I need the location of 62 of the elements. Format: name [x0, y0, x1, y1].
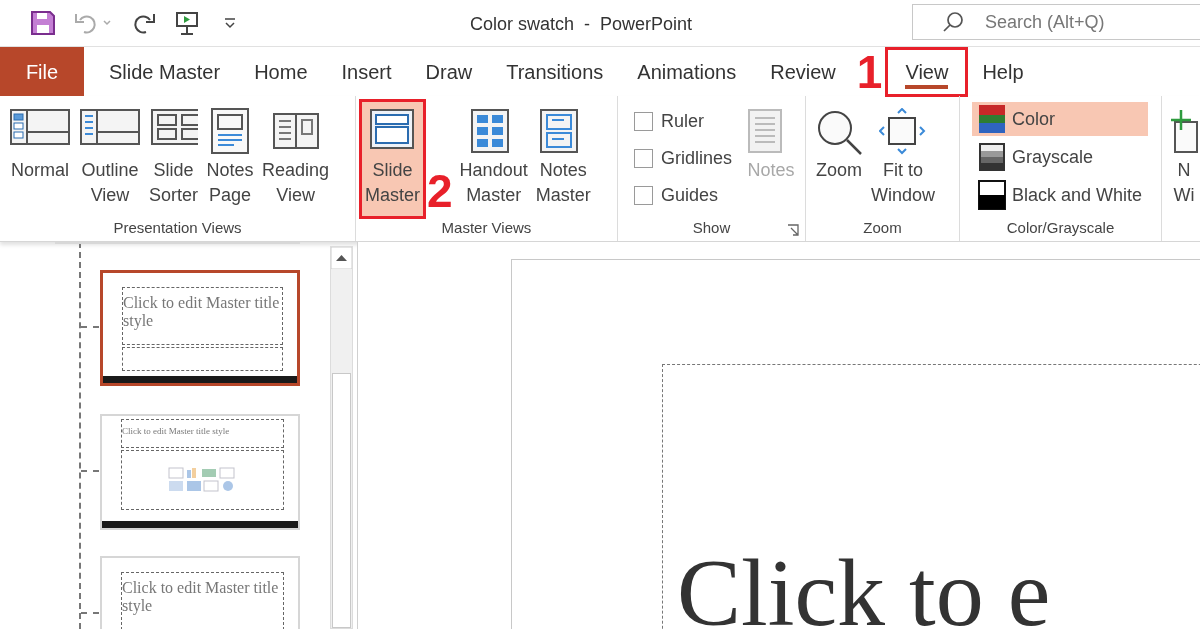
color-mode-option[interactable]: Black and White — [972, 178, 1149, 212]
group-label: Presentation Views — [113, 218, 242, 239]
scrollbar-thumb[interactable] — [332, 373, 351, 628]
group-label: Show — [692, 218, 731, 239]
checkbox-box[interactable] — [634, 112, 653, 131]
step-number: 2 — [427, 168, 453, 214]
ribbon-tab[interactable]: Home — [237, 49, 325, 94]
ribbon-button[interactable]: Notes Page — [203, 102, 258, 216]
ribbon-tab[interactable]: Animations — [620, 49, 754, 94]
checkbox[interactable]: Ruler — [634, 108, 733, 135]
slide-thumbnail[interactable]: Click to edit Master title style — [100, 270, 300, 386]
color-mode-option[interactable]: Color — [972, 102, 1149, 136]
slide-title-text: Click to edit Master title style — [122, 579, 280, 615]
slide-title-text: Click to edit Master title style — [122, 427, 231, 437]
ribbon-button[interactable]: Slide Sorter — [146, 102, 202, 216]
slide-title-text: Click to edit Master title style — [123, 294, 281, 330]
ribbon-button[interactable]: Normal — [6, 102, 74, 216]
ribbon-button[interactable]: Slide Master — [362, 102, 423, 216]
ribbon-tab[interactable]: Transitions — [489, 49, 621, 94]
slide-thumbnail[interactable]: Click to edit Master title style — [100, 556, 300, 629]
new-window-button[interactable]: N Wi — [1166, 102, 1200, 216]
half-filled-square-icon — [978, 180, 1006, 210]
ribbon-button[interactable]: Zoom — [812, 102, 866, 216]
striped-swatch-icon — [978, 104, 1006, 134]
content-icons-drawing — [167, 467, 238, 493]
group-label: Zoom — [863, 218, 902, 239]
magnifier-icon — [815, 108, 863, 156]
dropdown-icon[interactable] — [222, 15, 238, 31]
checkbox-box[interactable] — [634, 149, 653, 168]
ribbon-tab[interactable]: Slide Master — [92, 49, 238, 94]
selected-tab-underline — [905, 84, 949, 89]
checkbox[interactable]: Guides — [634, 182, 733, 209]
file-tab[interactable]: File — [0, 47, 84, 96]
ribbon-button[interactable]: Handout Master — [456, 102, 531, 216]
ribbon-button[interactable]: Fit to Window — [868, 102, 939, 216]
presentation-icon[interactable] — [174, 10, 200, 36]
ribbon-tab[interactable]: Review — [753, 49, 853, 94]
gradient-swatch-icon — [978, 142, 1006, 172]
save-icon[interactable] — [30, 10, 56, 36]
checkbox-box[interactable] — [634, 186, 653, 205]
search-icon — [942, 11, 964, 33]
color-mode-option[interactable]: Grayscale — [972, 140, 1149, 174]
scroll-up-icon — [331, 247, 352, 269]
ribbon-tab[interactable]: Insert — [324, 49, 409, 94]
slide-title-text: Click to e — [677, 545, 1052, 629]
window-title: Color swatch - PowerPoint — [470, 13, 693, 36]
step-number: 1 — [856, 48, 883, 95]
new-window-icon — [1169, 108, 1199, 156]
search-field[interactable]: Search (Alt+Q) — [912, 4, 1200, 40]
group-label: Color/Grayscale — [1006, 217, 1115, 238]
ribbon-tab[interactable]: Draw — [408, 49, 490, 94]
dialog-launcher-icon[interactable] — [787, 224, 799, 236]
fit-to-window-icon — [879, 108, 927, 156]
ribbon-button[interactable]: Outline View — [76, 102, 144, 216]
checkbox[interactable]: Gridlines — [634, 145, 733, 172]
group-label: Master Views — [441, 218, 532, 239]
slide-thumbnail[interactable]: Click to edit Master title style — [100, 414, 300, 530]
scrollbar[interactable] — [330, 246, 353, 629]
ribbon-tab[interactable]: Help — [965, 49, 1041, 94]
ribbon-button[interactable]: Notes Master — [532, 102, 594, 216]
ribbon-tab[interactable]: View — [888, 49, 966, 94]
ribbon-button[interactable]: Reading View — [259, 102, 333, 216]
